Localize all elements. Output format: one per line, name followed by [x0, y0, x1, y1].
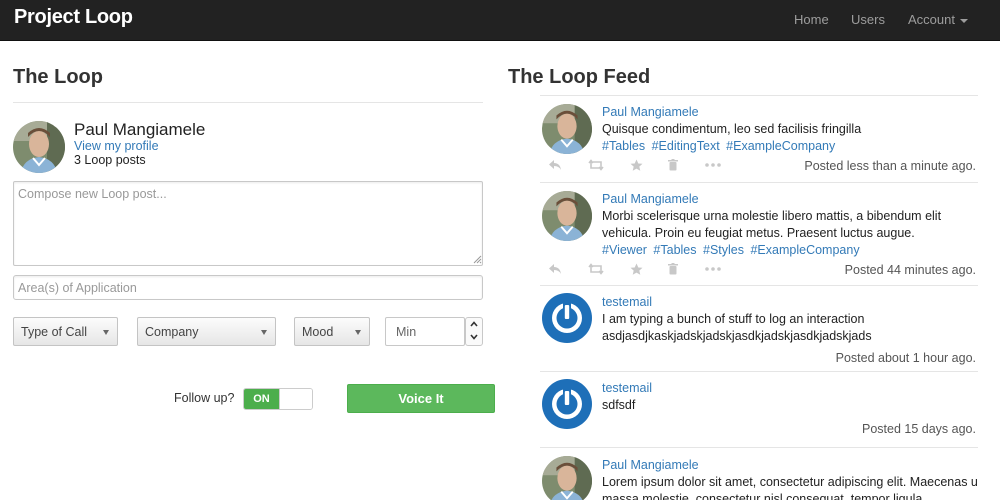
- view-profile-link[interactable]: View my profile: [74, 139, 159, 153]
- post-tags: #Viewer #Tables #Styles #ExampleCompany: [602, 243, 863, 257]
- nav-home[interactable]: Home: [794, 12, 829, 27]
- tag-link[interactable]: #Viewer: [602, 243, 647, 257]
- tag-link[interactable]: #Tables: [602, 139, 645, 153]
- reply-icon[interactable]: [548, 263, 562, 278]
- post-text: Quisque condimentum, leo sed facilisis f…: [602, 122, 862, 136]
- type-of-call-select[interactable]: Type of Call: [13, 317, 118, 346]
- post-tags: #Tables #EditingText #ExampleCompany: [602, 139, 838, 153]
- post-text: sdfsdf: [602, 398, 636, 412]
- power-icon: [552, 388, 582, 419]
- tag-link[interactable]: #Tables: [653, 243, 696, 257]
- page-title: The Loop: [13, 66, 103, 88]
- dropdown-arrow-icon: [103, 330, 109, 335]
- author-avatar[interactable]: [542, 293, 592, 343]
- trash-icon[interactable]: [668, 159, 678, 174]
- company-select[interactable]: Company: [137, 317, 276, 346]
- author-name-link[interactable]: Paul Mangiamele: [602, 105, 699, 119]
- post-text-line: Lorem ipsum dolor sit amet, consectetur …: [602, 475, 978, 489]
- feed-item: Paul Mangiamele Morbi scelerisque urna m…: [540, 182, 978, 284]
- author-name-link[interactable]: testemail: [602, 381, 652, 395]
- tag-link[interactable]: #ExampleCompany: [750, 243, 859, 257]
- star-icon[interactable]: [630, 263, 643, 279]
- post-text-line: I am typing a bunch of stuff to log an i…: [602, 312, 865, 326]
- post-text-line: asdjasdjkaskjadskjadskjasdkjadskjasdkjad…: [602, 329, 872, 343]
- more-icon[interactable]: [705, 159, 721, 174]
- caret-down-icon: [959, 18, 968, 23]
- follow-up-toggle[interactable]: ON: [243, 388, 313, 410]
- follow-up-label: Follow up?: [174, 391, 235, 405]
- retweet-icon[interactable]: [588, 263, 604, 278]
- compose-post-textarea[interactable]: [13, 181, 483, 266]
- post-timestamp: Posted less than a minute ago.: [804, 159, 976, 173]
- nav-account-label: Account: [908, 12, 955, 27]
- profile-name: Paul Mangiamele: [74, 120, 206, 139]
- author-avatar[interactable]: [542, 104, 592, 154]
- navbar: Project Loop Home Users Account: [0, 0, 1000, 41]
- post-text-line: Morbi scelerisque urna molestie libero m…: [602, 209, 942, 223]
- trash-icon[interactable]: [668, 263, 678, 278]
- star-icon[interactable]: [630, 159, 643, 175]
- chevron-down-icon: [470, 334, 478, 340]
- nav-users[interactable]: Users: [851, 12, 885, 27]
- toggle-on-label: ON: [244, 389, 279, 409]
- brand-logo[interactable]: Project Loop: [14, 6, 133, 29]
- voice-it-button[interactable]: Voice It: [347, 384, 495, 413]
- more-icon[interactable]: [705, 263, 721, 278]
- feed-item: Paul Mangiamele Lorem ipsum dolor sit am…: [540, 447, 978, 500]
- tag-link[interactable]: #EditingText: [652, 139, 720, 153]
- company-value: Company: [145, 325, 199, 339]
- post-text-line: massa molestie, consectetur nisl consequ…: [602, 492, 923, 500]
- retweet-icon[interactable]: [588, 159, 604, 174]
- post-timestamp: Posted about 1 hour ago.: [835, 351, 976, 365]
- feed-item: Paul Mangiamele Quisque condimentum, leo…: [540, 95, 978, 183]
- dropdown-arrow-icon: [355, 330, 361, 335]
- post-timestamp: Posted 44 minutes ago.: [844, 263, 976, 277]
- profile-avatar[interactable]: [13, 121, 65, 173]
- divider: [13, 102, 483, 103]
- toggle-knob: [279, 389, 312, 409]
- chevron-up-icon: [470, 321, 478, 327]
- min-stepper: [385, 317, 483, 346]
- author-name-link[interactable]: testemail: [602, 295, 652, 309]
- post-timestamp: Posted 15 days ago.: [862, 422, 976, 436]
- nav-account-dropdown[interactable]: Account: [908, 12, 968, 27]
- feed-title: The Loop Feed: [508, 66, 651, 88]
- mood-value: Mood: [302, 325, 334, 339]
- author-name-link[interactable]: Paul Mangiamele: [602, 458, 699, 472]
- power-icon: [552, 302, 582, 333]
- tag-link[interactable]: #ExampleCompany: [726, 139, 835, 153]
- stepper-buttons: [465, 317, 483, 346]
- author-avatar[interactable]: [542, 456, 592, 500]
- dropdown-arrow-icon: [261, 330, 267, 335]
- tag-link[interactable]: #Styles: [703, 243, 744, 257]
- author-name-link[interactable]: Paul Mangiamele: [602, 192, 699, 206]
- author-avatar[interactable]: [542, 191, 592, 241]
- post-text-line: vehicula. Proin eu feugiat metus. Praese…: [602, 226, 915, 240]
- feed-item: testemail I am typing a bunch of stuff t…: [540, 285, 978, 371]
- type-of-call-value: Type of Call: [21, 325, 88, 339]
- min-input[interactable]: [385, 317, 465, 346]
- profile-post-count: 3 Loop posts: [74, 153, 146, 167]
- reply-icon[interactable]: [548, 159, 562, 174]
- stepper-down-button[interactable]: [466, 331, 482, 344]
- feed-item: testemail sdfsdf Posted 15 days ago.: [540, 371, 978, 447]
- author-avatar[interactable]: [542, 379, 592, 429]
- area-of-application-input[interactable]: [13, 275, 483, 300]
- stepper-up-button[interactable]: [466, 318, 482, 331]
- mood-select[interactable]: Mood: [294, 317, 370, 346]
